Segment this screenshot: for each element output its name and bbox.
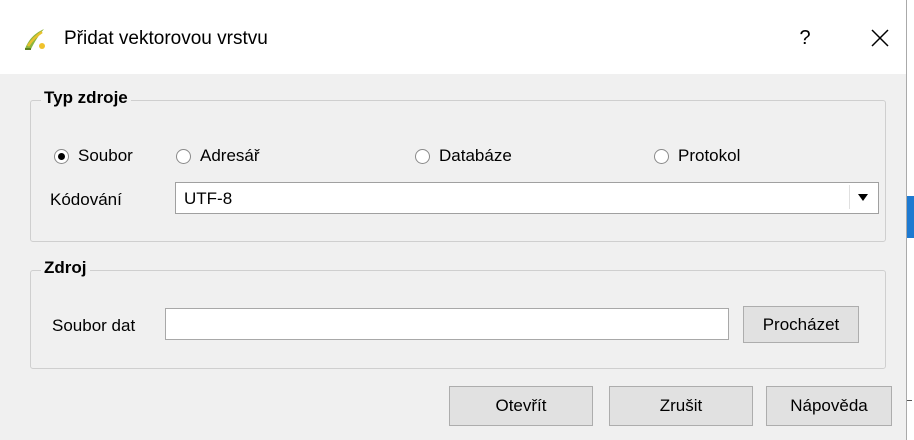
background-window-edge [907, 196, 914, 238]
background-tick [907, 400, 912, 401]
radio-circle[interactable] [654, 148, 669, 164]
radio-circle[interactable] [176, 148, 191, 164]
help-title-button[interactable]: ? [788, 20, 822, 56]
radio-database-label: Databáze [439, 146, 512, 165]
source-title: Zdroj [41, 258, 90, 278]
cancel-button[interactable]: Zrušit [609, 386, 753, 426]
chevron-down-icon [858, 194, 868, 201]
radio-directory-label: Adresář [200, 146, 260, 165]
encoding-value: UTF-8 [184, 189, 233, 208]
qgis-icon [25, 29, 45, 50]
file-path-input[interactable] [165, 308, 729, 340]
radio-file-label: Soubor [78, 146, 133, 165]
close-icon [871, 29, 889, 47]
dropdown-button[interactable] [849, 185, 876, 209]
radio-directory[interactable]: Adresář [176, 146, 260, 166]
source-type-title: Typ zdroje [41, 88, 131, 108]
open-button[interactable]: Otevřít [449, 386, 593, 426]
encoding-label: Kódování [50, 190, 122, 209]
close-button[interactable] [858, 20, 902, 56]
radio-protocol-label: Protokol [678, 146, 741, 165]
title-bar[interactable]: Přidat vektorovou vrstvu ? [0, 0, 906, 74]
source-group: Zdroj Soubor dat Procházet [30, 258, 886, 369]
radio-protocol[interactable]: Protokol [654, 146, 740, 166]
radio-database[interactable]: Databáze [415, 146, 512, 166]
window-title: Přidat vektorovou vrstvu [64, 28, 268, 49]
radio-circle[interactable] [415, 148, 430, 164]
help-button[interactable]: Nápověda [766, 386, 892, 426]
file-label: Soubor dat [52, 316, 136, 335]
radio-file[interactable]: Soubor [54, 146, 133, 166]
browse-button[interactable]: Procházet [743, 306, 859, 343]
add-vector-layer-dialog: Přidat vektorovou vrstvu ? Typ zdroje So… [0, 0, 907, 440]
source-type-group: Typ zdroje Soubor Adresář Databáze Proto… [30, 88, 886, 242]
encoding-select[interactable]: UTF-8 [175, 182, 879, 214]
radio-circle[interactable] [54, 148, 69, 164]
